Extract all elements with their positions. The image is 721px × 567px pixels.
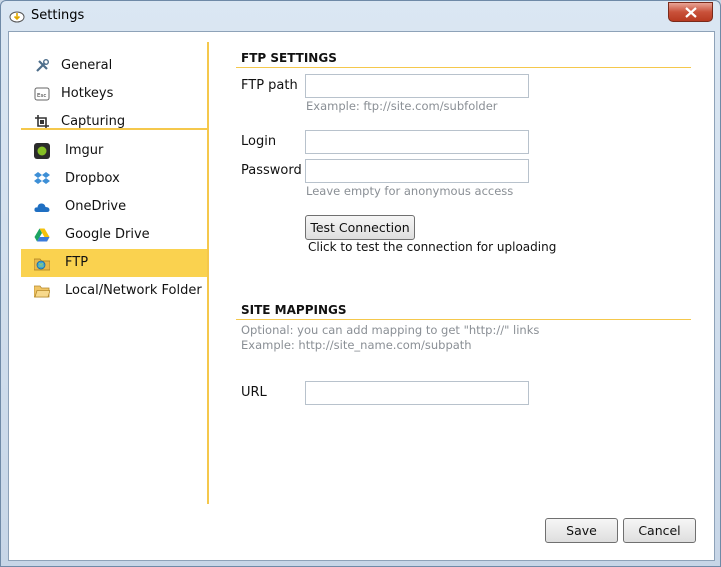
settings-window: Settings General Esc Hotkeys Capturing I… bbox=[0, 0, 721, 567]
sidebar-item-label: Local/Network Folder bbox=[65, 283, 202, 298]
site-mappings-heading: SITE MAPPINGS bbox=[241, 303, 347, 317]
sidebar-item-imgur[interactable]: Imgur bbox=[21, 137, 208, 165]
mappings-hint-example: Example: http://site_name.com/subpath bbox=[241, 338, 472, 352]
save-button[interactable]: Save bbox=[545, 518, 618, 543]
test-connection-note: Click to test the connection for uploadi… bbox=[308, 240, 557, 254]
svg-text:Esc: Esc bbox=[37, 93, 46, 99]
folder-icon bbox=[33, 283, 51, 299]
login-label: Login bbox=[241, 134, 277, 149]
login-input[interactable] bbox=[305, 130, 529, 154]
sidebar-divider bbox=[207, 42, 209, 504]
url-input[interactable] bbox=[305, 381, 529, 405]
sidebar-item-general[interactable]: General bbox=[21, 52, 208, 80]
window-title: Settings bbox=[31, 8, 85, 23]
ftp-settings-heading: FTP SETTINGS bbox=[241, 51, 337, 65]
section-divider bbox=[236, 67, 691, 68]
ftp-path-label: FTP path bbox=[241, 78, 298, 93]
close-button[interactable] bbox=[668, 2, 713, 22]
sidebar-item-local-folder[interactable]: Local/Network Folder bbox=[21, 277, 208, 305]
sidebar-item-label: General bbox=[61, 58, 113, 73]
settings-panel: General Esc Hotkeys Capturing Imgur Drop… bbox=[8, 31, 715, 561]
password-label: Password bbox=[241, 163, 302, 178]
sidebar-item-label: Dropbox bbox=[65, 171, 120, 186]
url-label: URL bbox=[241, 385, 267, 400]
sidebar-item-onedrive[interactable]: OneDrive bbox=[21, 193, 208, 221]
onedrive-cloud-icon bbox=[34, 199, 50, 215]
esc-key-icon: Esc bbox=[34, 86, 50, 102]
sidebar-item-hotkeys[interactable]: Esc Hotkeys bbox=[21, 80, 208, 108]
password-hint: Leave empty for anonymous access bbox=[306, 184, 514, 198]
imgur-icon bbox=[34, 143, 50, 159]
app-cloud-icon bbox=[9, 8, 25, 24]
sidebar-item-google-drive[interactable]: Google Drive bbox=[21, 221, 208, 249]
sidebar-item-label: FTP bbox=[65, 255, 89, 270]
dropbox-icon bbox=[34, 171, 50, 187]
section-divider bbox=[236, 319, 691, 320]
ftp-path-hint: Example: ftp://site.com/subfolder bbox=[306, 99, 498, 113]
sidebar: General Esc Hotkeys Capturing Imgur Drop… bbox=[21, 42, 208, 504]
sidebar-separator bbox=[21, 128, 208, 130]
mappings-hint-optional: Optional: you can add mapping to get "ht… bbox=[241, 323, 540, 337]
sidebar-item-label: Google Drive bbox=[65, 227, 150, 242]
sidebar-item-ftp[interactable]: FTP bbox=[21, 249, 208, 277]
sidebar-item-capturing[interactable]: Capturing bbox=[21, 108, 208, 136]
cancel-button[interactable]: Cancel bbox=[623, 518, 696, 543]
tools-icon bbox=[34, 58, 50, 74]
close-icon bbox=[685, 7, 697, 18]
test-connection-button[interactable]: Test Connection bbox=[305, 215, 415, 240]
sidebar-item-label: Imgur bbox=[65, 143, 104, 158]
password-input[interactable] bbox=[305, 159, 529, 183]
ftp-globe-icon bbox=[33, 255, 51, 271]
ftp-path-input[interactable] bbox=[305, 74, 529, 98]
sidebar-item-label: Capturing bbox=[61, 114, 126, 129]
google-drive-icon bbox=[34, 227, 50, 243]
sidebar-item-label: Hotkeys bbox=[61, 86, 114, 101]
sidebar-item-label: OneDrive bbox=[65, 199, 127, 214]
title-bar[interactable]: Settings bbox=[1, 1, 720, 31]
sidebar-item-dropbox[interactable]: Dropbox bbox=[21, 165, 208, 193]
